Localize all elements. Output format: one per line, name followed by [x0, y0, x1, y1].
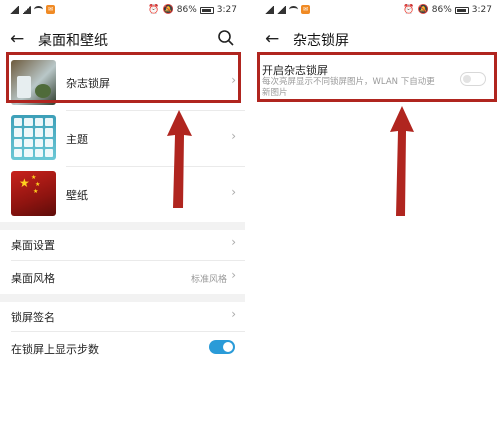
status-left: ✉	[10, 5, 55, 14]
status-bar: ✉ ⏰ 🔕 86% 3:27	[255, 0, 500, 22]
battery-icon	[199, 6, 214, 14]
theme-thumbnail	[11, 115, 56, 160]
settings-label: 锁屏签名	[11, 311, 55, 324]
settings-item-show-steps: 在锁屏上显示步数	[0, 333, 245, 361]
section-divider	[0, 222, 245, 230]
highlight-box	[257, 52, 497, 102]
mute-icon: 🔕	[162, 5, 174, 15]
signal-icon	[22, 5, 31, 14]
right-screen: ✉ ⏰ 🔕 86% 3:27 ← 杂志锁屏 开启杂志锁屏 每次亮屏显示不同锁屏图…	[255, 0, 500, 422]
page-title: 桌面和壁纸	[38, 33, 108, 49]
clock: 3:27	[471, 5, 492, 15]
list-item-label: 主题	[66, 133, 88, 146]
clock: 3:27	[216, 5, 237, 15]
settings-item-desktop-style[interactable]: 桌面风格 标准风格 ›	[0, 262, 245, 290]
settings-item-lock-signature[interactable]: 锁屏签名 ›	[0, 302, 245, 328]
list-item-wallpaper[interactable]: ★ ★ ★ ★ 壁纸 ›	[0, 168, 245, 220]
chevron-right-icon: ›	[231, 268, 236, 282]
status-right: ⏰ 🔕 86% 3:27	[403, 5, 492, 15]
wifi-icon	[34, 6, 43, 13]
divider	[66, 110, 245, 111]
status-right: ⏰ 🔕 86% 3:27	[148, 5, 237, 15]
gutter	[245, 0, 255, 422]
page-title: 杂志锁屏	[293, 33, 349, 49]
divider	[11, 260, 245, 261]
battery-percent: 86%	[176, 5, 197, 15]
app-notification-icon: ✉	[301, 5, 310, 14]
settings-label: 桌面风格	[11, 272, 55, 285]
signal-icon	[277, 5, 286, 14]
highlight-box	[6, 52, 241, 103]
chevron-right-icon: ›	[231, 185, 236, 199]
app-bar: ← 桌面和壁纸	[0, 24, 245, 54]
back-arrow-icon[interactable]: ←	[265, 29, 285, 49]
signal-icon	[10, 5, 19, 14]
mute-icon: 🔕	[417, 5, 429, 15]
settings-label: 桌面设置	[11, 239, 55, 252]
pointer-arrow-icon	[167, 110, 192, 208]
alarm-icon: ⏰	[148, 5, 160, 15]
chevron-right-icon: ›	[231, 235, 236, 249]
wallpaper-thumbnail: ★ ★ ★ ★	[11, 171, 56, 216]
wifi-icon	[289, 6, 298, 13]
app-bar: ← 杂志锁屏	[255, 24, 500, 54]
divider	[11, 331, 245, 332]
battery-percent: 86%	[431, 5, 452, 15]
back-arrow-icon[interactable]: ←	[10, 29, 30, 49]
divider	[66, 166, 245, 167]
pointer-arrow-icon	[390, 106, 414, 216]
chevron-right-icon: ›	[231, 129, 236, 143]
signal-icon	[265, 5, 274, 14]
settings-value: 标准风格	[190, 275, 227, 285]
toggle-knob	[223, 342, 233, 352]
list-item-theme[interactable]: 主题 ›	[0, 112, 245, 164]
search-icon[interactable]	[217, 29, 235, 47]
app-notification-icon: ✉	[46, 5, 55, 14]
section-divider	[0, 294, 245, 302]
chevron-right-icon: ›	[231, 307, 236, 321]
list-item-label: 壁纸	[66, 189, 88, 202]
settings-label: 在锁屏上显示步数	[11, 343, 99, 356]
alarm-icon: ⏰	[403, 5, 415, 15]
battery-icon	[454, 6, 469, 14]
show-steps-toggle[interactable]	[209, 340, 235, 354]
status-left: ✉	[265, 5, 310, 14]
settings-item-desktop[interactable]: 桌面设置 ›	[0, 230, 245, 256]
status-bar: ✉ ⏰ 🔕 86% 3:27	[0, 0, 245, 22]
left-screen: ✉ ⏰ 🔕 86% 3:27 ← 桌面和壁纸 杂志锁屏 › 主题 › ★ ★ ★…	[0, 0, 245, 422]
